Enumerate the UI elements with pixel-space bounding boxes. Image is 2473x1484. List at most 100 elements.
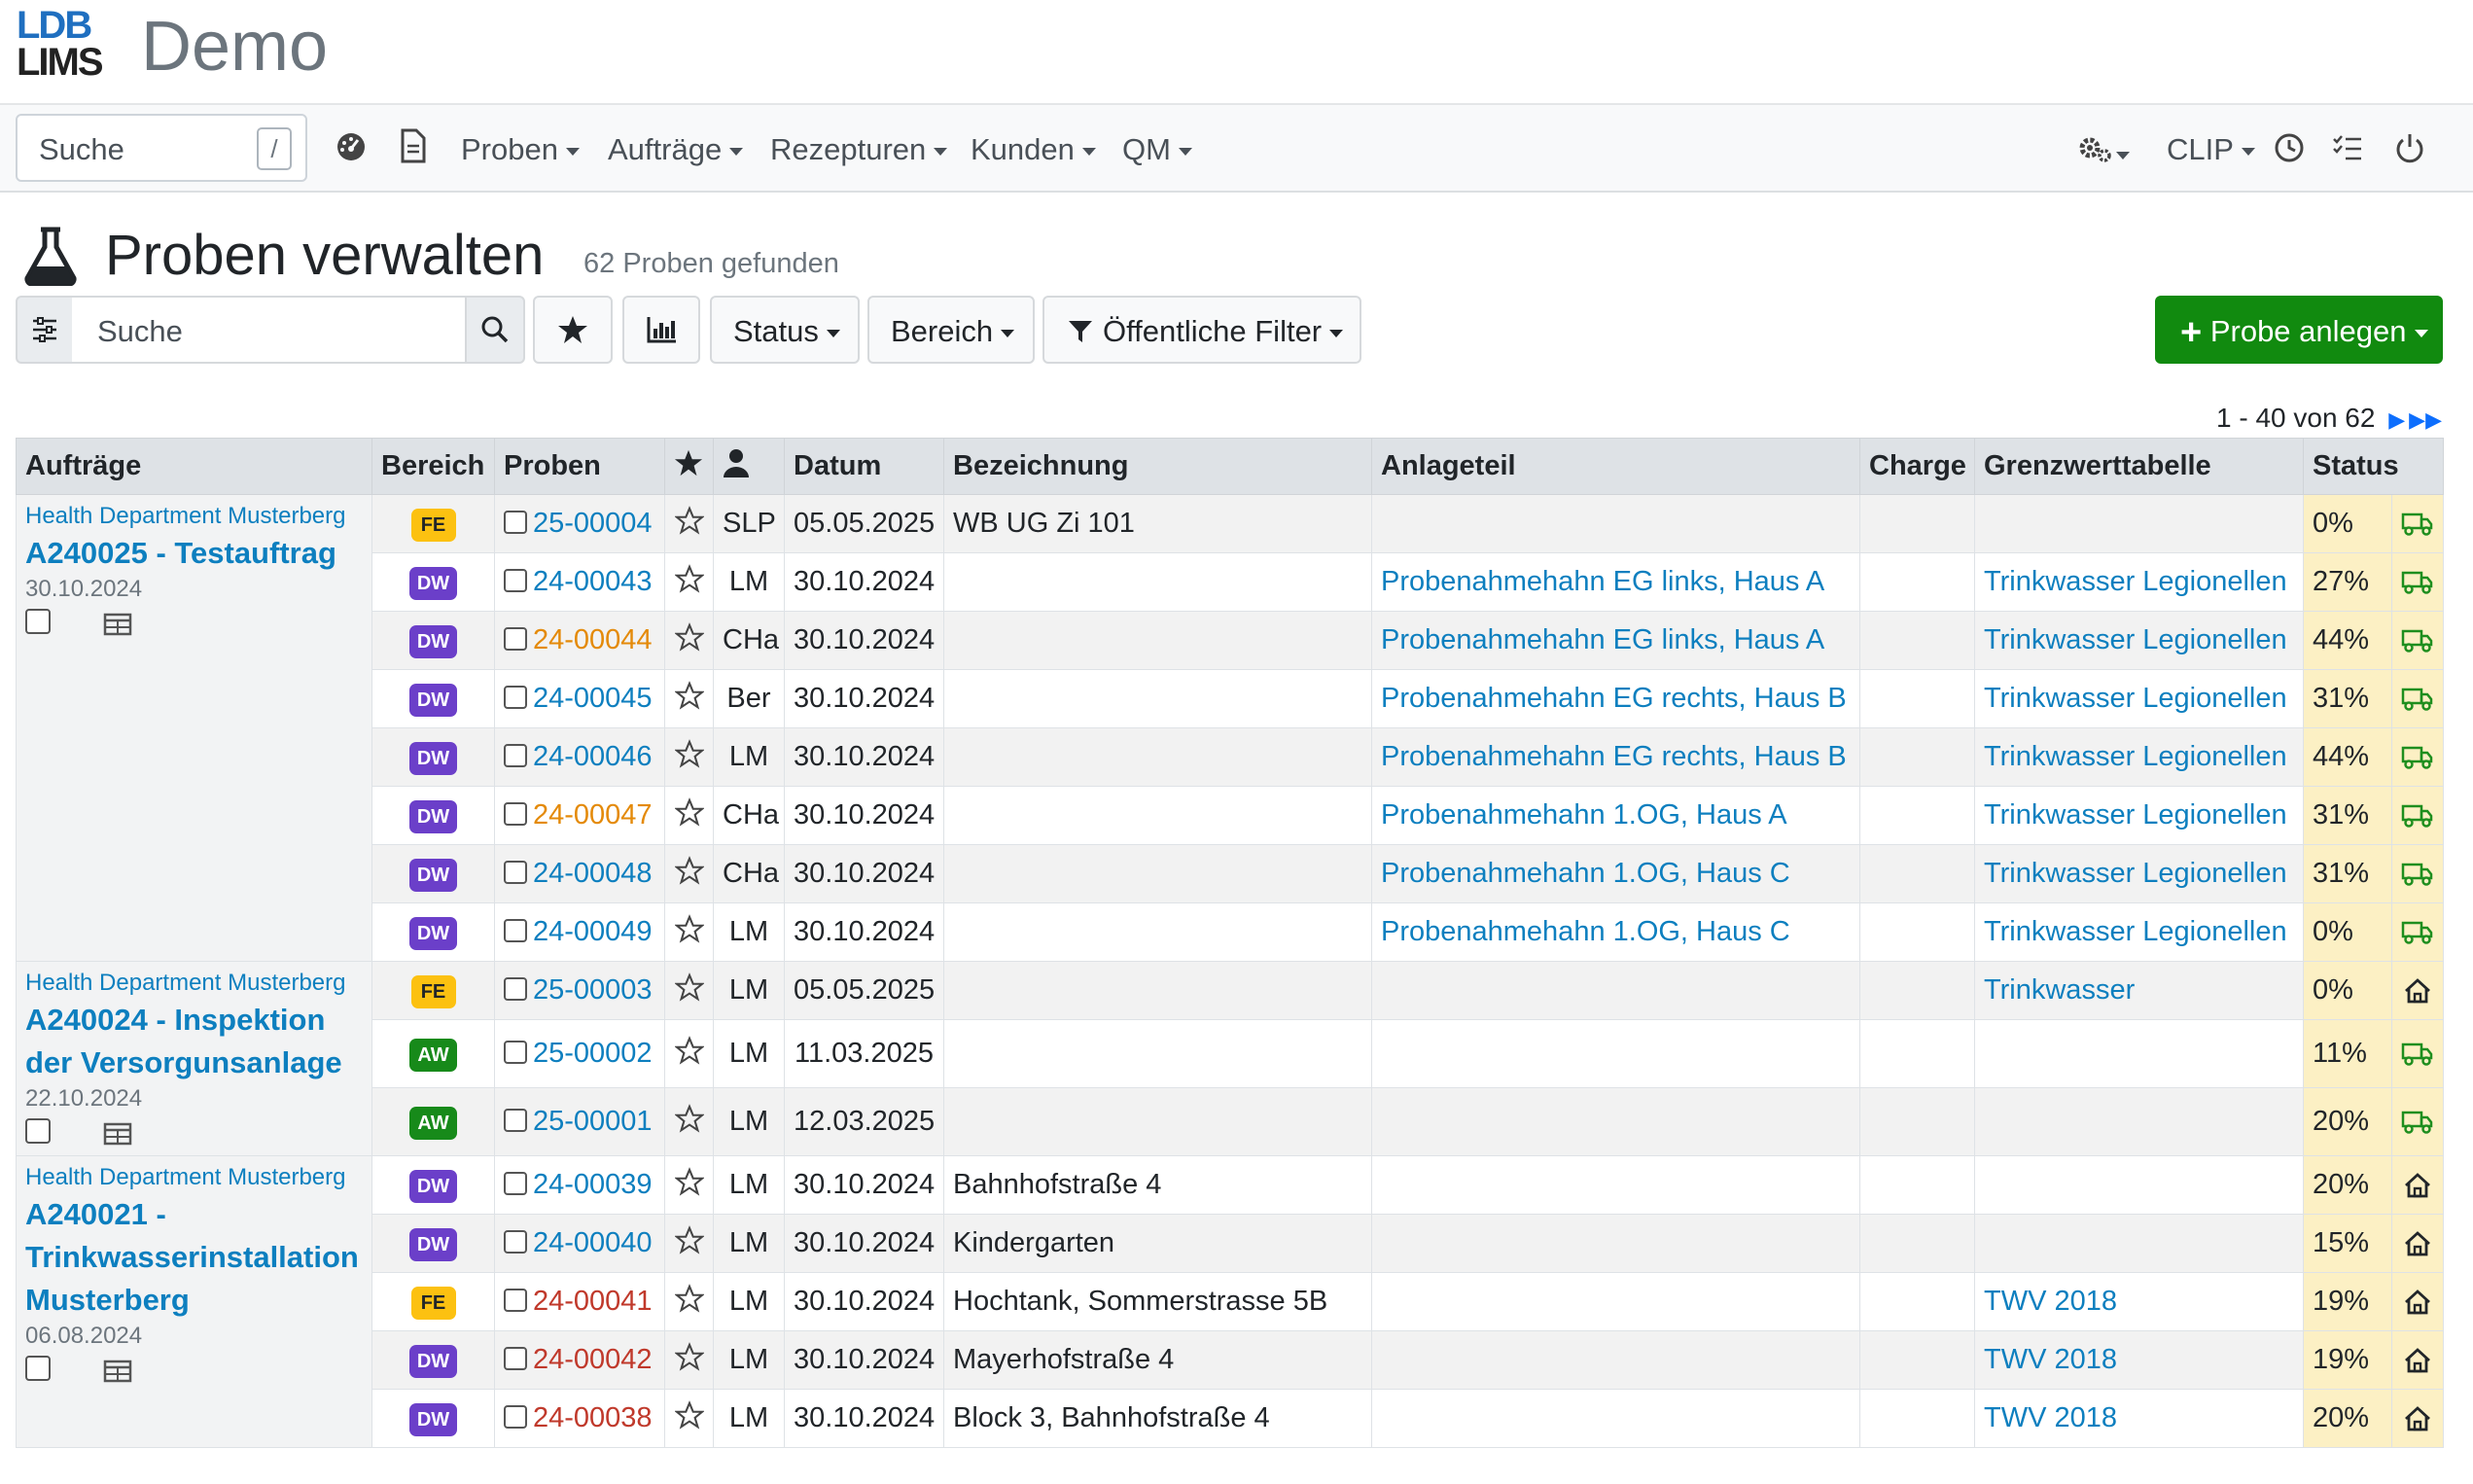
col-user[interactable]	[713, 438, 785, 495]
status-icon-cell[interactable]	[2390, 961, 2445, 1020]
favorite-cell[interactable]	[664, 669, 714, 728]
col-charge[interactable]: Charge	[1859, 438, 1975, 495]
add-sample-button[interactable]: + Probe anlegen	[2155, 296, 2443, 364]
sample-id-link[interactable]: 24-00043	[533, 566, 653, 597]
limit-table-link[interactable]: TWV 2018	[1984, 1344, 2117, 1375]
limit-table-link[interactable]: Trinkwasser Legionellen	[1984, 624, 2287, 655]
sample-id-link[interactable]: 24-00046	[533, 741, 653, 772]
nav-menu-qm[interactable]: QM	[1122, 132, 1192, 167]
dashboard-icon[interactable]	[335, 126, 373, 169]
limit-table-link[interactable]: Trinkwasser Legionellen	[1984, 799, 2287, 830]
status-icon-cell[interactable]	[2390, 902, 2445, 962]
sample-id-link[interactable]: 24-00040	[533, 1227, 653, 1258]
favorite-cell[interactable]	[664, 494, 714, 553]
sample-id-link[interactable]: 25-00003	[533, 974, 653, 1006]
filter-settings-button[interactable]	[16, 296, 74, 364]
table-row[interactable]: Health Department Musterberg A240024 - I…	[16, 961, 2445, 1156]
sample-id-link[interactable]: 24-00049	[533, 916, 653, 947]
bereich-filter-dropdown[interactable]: Bereich	[867, 296, 1035, 364]
user-menu[interactable]: CLIP	[2167, 132, 2255, 167]
plant-part-link[interactable]: Probenahmehahn 1.OG, Haus C	[1381, 858, 1790, 889]
nav-menu-rezepturen[interactable]: Rezepturen	[770, 132, 948, 167]
limit-table-link[interactable]: Trinkwasser	[1984, 974, 2135, 1006]
order-title-link[interactable]: A240021 - Trinkwasserinstallation Muster…	[25, 1193, 363, 1322]
col-bezeichnung[interactable]: Bezeichnung	[943, 438, 1372, 495]
status-icon-cell[interactable]	[2390, 669, 2445, 728]
table-row[interactable]: DW 24-00040 LM 30.10.2024 Kindergarten 15%	[17, 1214, 2445, 1273]
sample-checkbox[interactable]	[504, 977, 527, 1001]
table-row[interactable]: DW 24-00045 Ber 30.10.2024 Probenahmehahn EG…	[17, 669, 2445, 728]
status-icon-cell[interactable]	[2390, 494, 2445, 553]
status-filter-dropdown[interactable]: Status	[710, 296, 860, 364]
app-logo[interactable]: LDB LIMS	[17, 6, 110, 82]
col-bereich[interactable]: Bereich	[371, 438, 495, 495]
nav-menu-kunden[interactable]: Kunden	[971, 132, 1096, 167]
sample-id-link[interactable]: 24-00044	[533, 624, 653, 655]
limit-table-link[interactable]: Trinkwasser Legionellen	[1984, 741, 2287, 772]
sample-checkbox[interactable]	[504, 744, 527, 767]
order-title-link[interactable]: A240025 - Testauftrag	[25, 532, 363, 575]
search-button[interactable]	[465, 296, 525, 364]
table-icon[interactable]	[103, 613, 132, 636]
status-icon-cell[interactable]	[2390, 1214, 2445, 1273]
document-icon[interactable]	[399, 126, 438, 169]
limit-table-link[interactable]: Trinkwasser Legionellen	[1984, 858, 2287, 889]
limit-table-link[interactable]: Trinkwasser Legionellen	[1984, 566, 2287, 597]
limit-table-link[interactable]: Trinkwasser Legionellen	[1984, 683, 2287, 714]
table-row[interactable]: DW 24-00038 LM 30.10.2024 Block 3, Bahnhofst…	[17, 1389, 2445, 1448]
sample-id-link[interactable]: 24-00048	[533, 858, 653, 889]
sample-id-link[interactable]: 24-00038	[533, 1402, 653, 1433]
next-page-icon[interactable]: ▶	[2388, 407, 2405, 432]
table-icon[interactable]	[103, 1360, 132, 1383]
col-datum[interactable]: Datum	[784, 438, 944, 495]
favorite-cell[interactable]	[664, 961, 714, 1020]
statistics-button[interactable]	[622, 296, 700, 364]
sample-id-link[interactable]: 25-00002	[533, 1038, 653, 1069]
sample-checkbox[interactable]	[504, 1230, 527, 1254]
status-icon-cell[interactable]	[2390, 1389, 2445, 1448]
sample-id-link[interactable]: 24-00047	[533, 799, 653, 830]
col-favorite[interactable]	[664, 438, 714, 495]
sample-id-link[interactable]: 24-00039	[533, 1169, 653, 1200]
favorite-cell[interactable]	[664, 1087, 714, 1156]
table-icon[interactable]	[103, 1122, 132, 1146]
table-row[interactable]: DW 24-00048 CHa 30.10.2024 Probenahmehahn 1.…	[17, 844, 2445, 903]
settings-icon[interactable]	[2077, 126, 2139, 169]
favorite-cell[interactable]	[664, 1389, 714, 1448]
col-auftraege[interactable]: Aufträge	[16, 438, 372, 495]
plant-part-link[interactable]: Probenahmehahn 1.OG, Haus C	[1381, 916, 1790, 947]
sample-id-link[interactable]: 25-00004	[533, 508, 653, 539]
public-filters-dropdown[interactable]: Öffentliche Filter	[1042, 296, 1361, 364]
order-title-link[interactable]: A240024 - Inspektion der Versorgunsanlag…	[25, 999, 363, 1084]
sample-id-link[interactable]: 24-00045	[533, 683, 653, 714]
table-row[interactable]: AW 25-00001 LM 12.03.2025 20%	[17, 1087, 2445, 1156]
plant-part-link[interactable]: Probenahmehahn EG rechts, Haus B	[1381, 683, 1847, 714]
sample-checkbox[interactable]	[504, 686, 527, 709]
status-icon-cell[interactable]	[2390, 844, 2445, 903]
order-checkbox[interactable]	[25, 609, 51, 634]
order-client-link[interactable]: Health Department Musterberg	[25, 968, 363, 999]
favorite-cell[interactable]	[664, 611, 714, 670]
sample-id-link[interactable]: 25-00001	[533, 1106, 653, 1137]
sample-id-link[interactable]: 24-00041	[533, 1286, 653, 1317]
nav-menu-proben[interactable]: Proben	[461, 132, 580, 167]
sample-checkbox[interactable]	[504, 1405, 527, 1429]
favorite-cell[interactable]	[664, 844, 714, 903]
order-client-link[interactable]: Health Department Musterberg	[25, 1162, 363, 1193]
sample-checkbox[interactable]	[504, 1041, 527, 1064]
status-icon-cell[interactable]	[2390, 552, 2445, 612]
favorite-cell[interactable]	[664, 727, 714, 787]
sample-checkbox[interactable]	[504, 861, 527, 884]
power-icon[interactable]	[2394, 126, 2433, 169]
table-row[interactable]: DW 24-00044 CHa 30.10.2024 Probenahmehahn EG…	[17, 611, 2445, 670]
table-row[interactable]: DW 24-00049 LM 30.10.2024 Probenahmehahn 1.O…	[17, 902, 2445, 962]
status-icon-cell[interactable]	[2390, 1087, 2445, 1156]
limit-table-link[interactable]: TWV 2018	[1984, 1402, 2117, 1433]
favorite-cell[interactable]	[664, 786, 714, 845]
table-row[interactable]: Health Department Musterberg A240025 - T…	[16, 494, 2445, 962]
plant-part-link[interactable]: Probenahmehahn EG links, Haus A	[1381, 624, 1824, 655]
table-row[interactable]: Health Department Musterberg A240021 - T…	[16, 1155, 2445, 1448]
favorite-cell[interactable]	[664, 1272, 714, 1331]
sample-search-input[interactable]: Suche	[72, 296, 467, 364]
status-icon-cell[interactable]	[2390, 786, 2445, 845]
